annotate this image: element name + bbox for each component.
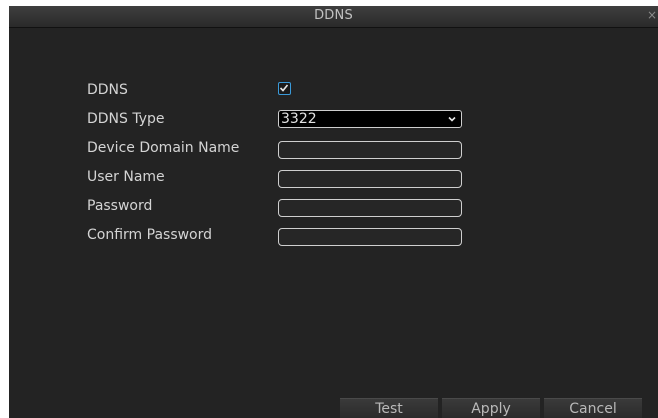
- check-icon: [279, 84, 289, 92]
- password-label: Password: [87, 198, 153, 214]
- ddns-enable-checkbox[interactable]: [278, 82, 291, 95]
- ddns-type-select[interactable]: 3322: [278, 110, 462, 128]
- user-name-label: User Name: [87, 169, 165, 185]
- test-button[interactable]: Test: [340, 398, 438, 418]
- confirm-password-label: Confirm Password: [87, 227, 213, 243]
- dialog-title: DDNS: [314, 8, 353, 23]
- cancel-button[interactable]: Cancel: [544, 398, 642, 418]
- device-domain-input[interactable]: [278, 141, 462, 159]
- title-bar: DDNS ×: [9, 6, 658, 28]
- ddns-type-label: DDNS Type: [87, 111, 165, 127]
- ddns-dialog: DDNS × DDNS DDNS Type 3322 Device Domain…: [9, 6, 658, 418]
- close-icon[interactable]: ×: [647, 8, 657, 22]
- ddns-label: DDNS: [87, 82, 128, 98]
- password-input[interactable]: [278, 199, 462, 217]
- user-name-input[interactable]: [278, 170, 462, 188]
- ddns-type-value: 3322: [281, 111, 317, 127]
- device-domain-label: Device Domain Name: [87, 140, 240, 156]
- chevron-down-icon: [448, 116, 456, 122]
- apply-button[interactable]: Apply: [442, 398, 540, 418]
- confirm-password-input[interactable]: [278, 228, 462, 246]
